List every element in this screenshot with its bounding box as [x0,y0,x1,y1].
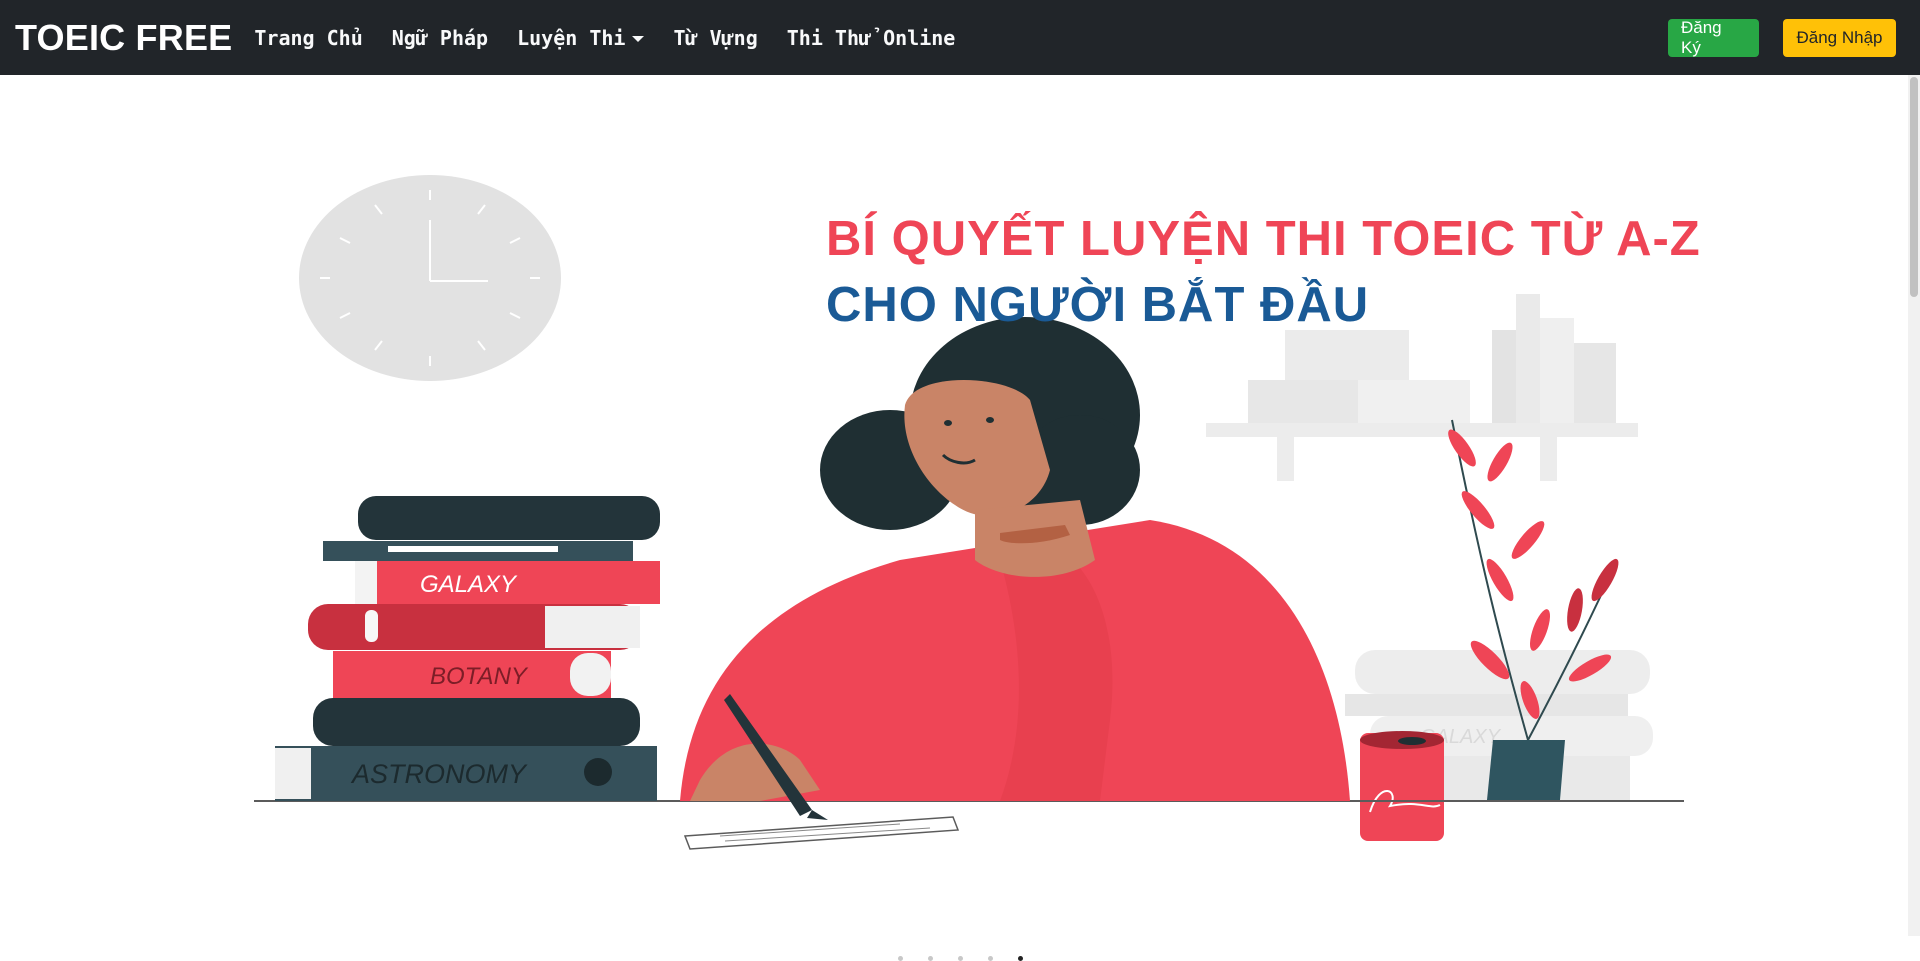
hero-headline-line1: BÍ QUYẾT LUYỆN THI TOEIC TỪ A-Z [826,212,1701,266]
book-stack-icon: GALAXY BOTANY ASTRONOMY [275,496,660,801]
nav-link-online-test[interactable]: Thi Thử Online [787,26,956,50]
carousel-indicator-dot[interactable] [1018,956,1023,961]
scrollbar-thumb[interactable] [1910,77,1918,297]
carousel-indicator-dot[interactable] [988,956,993,961]
nav-link-home[interactable]: Trang Chủ [254,26,362,50]
register-button[interactable]: Đăng Ký [1668,18,1759,57]
hero-carousel[interactable]: GALAXY GALAXY BOTANY ASTRONOMY BÍ QUYẾT … [0,75,1908,961]
carousel-indicator-dot[interactable] [898,956,903,961]
nav-link-practice-dropdown[interactable]: Luyện Thi [517,25,645,50]
svg-text:BOTANY: BOTANY [430,663,529,690]
nav-link-vocabulary[interactable]: Từ Vựng [673,26,757,50]
nav-links: Trang Chủ Ngữ Pháp Luyện Thi Từ Vựng Thi… [254,26,984,50]
hero-illustration: GALAXY GALAXY BOTANY ASTRONOMY [254,175,1684,850]
navbar: TOEIC FREE Trang Chủ Ngữ Pháp Luyện Thi … [0,0,1920,75]
nav-link-grammar[interactable]: Ngữ Pháp [392,26,488,50]
page-scrollbar[interactable] [1908,75,1920,936]
hero-headline-line2: CHO NGƯỜI BẮT ĐẦU [826,278,1370,332]
carousel-indicator-dot[interactable] [928,956,933,961]
auth-buttons: Đăng Ký Đăng Nhập [1668,18,1896,57]
caret-down-icon [632,35,645,42]
login-button[interactable]: Đăng Nhập [1783,19,1896,57]
mug-icon [1360,731,1444,841]
brand-logo[interactable]: TOEIC FREE [15,17,232,59]
carousel-indicators [898,956,1048,961]
paper-icon [683,816,960,850]
svg-text:ASTRONOMY: ASTRONOMY [350,759,528,789]
carousel-indicator-dot[interactable] [958,956,963,961]
wall-clock-icon [299,175,561,381]
hero-headline: BÍ QUYẾT LUYỆN THI TOEIC TỪ A-Z CHO NGƯỜ… [826,215,1701,330]
nav-link-practice-label: Luyện Thi [517,25,626,50]
svg-text:GALAXY: GALAXY [420,571,518,598]
